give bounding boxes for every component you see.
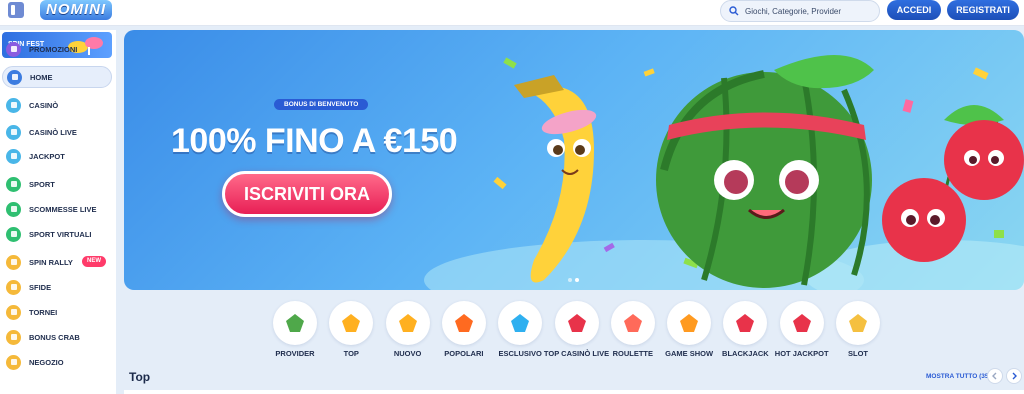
category-tile[interactable]: [329, 301, 374, 345]
sidebar: SPIN FEST PROMOZIONI HOME CASINÒ CASINÒ LIV…: [0, 30, 116, 394]
sidebar-item-label: CASINÒ: [29, 100, 59, 110]
virtual-sport-icon: [6, 226, 21, 242]
section-title-top: Top: [129, 370, 151, 384]
crown-icon: [342, 314, 361, 332]
casino-icon: [6, 97, 21, 113]
sidebar-toggle-icon[interactable]: [8, 2, 24, 18]
game-row-placeholder: [124, 390, 1024, 394]
show-all-link[interactable]: MOSTRA TUTTO (350): [926, 373, 994, 380]
sidebar-item-tornei[interactable]: TORNEI: [2, 301, 112, 323]
hot-pepper-icon: [792, 314, 811, 332]
live-bet-icon: [6, 201, 21, 217]
sidebar-item-label: NEGOZIO: [29, 357, 64, 367]
sidebar-item-label: SFIDE: [29, 282, 52, 292]
diamond-icon: [511, 314, 530, 332]
provider-icon: [286, 314, 304, 332]
challenges-icon: [6, 279, 21, 295]
flame-icon: [454, 314, 473, 332]
register-button[interactable]: REGISTRATI: [947, 0, 1019, 20]
sidebar-item-label: CASINÒ LIVE: [29, 127, 77, 137]
sidebar-item-jackpot[interactable]: JACKPOT: [2, 145, 112, 167]
tournaments-icon: [6, 304, 21, 320]
signup-cta-button[interactable]: ISCRIVITI ORA: [222, 171, 392, 217]
bonus-crab-icon: [6, 329, 21, 345]
carousel-dot-active[interactable]: [575, 278, 579, 282]
sidebar-item-label: SPIN RALLY: [29, 257, 73, 267]
roulette-chip-icon: [567, 314, 586, 332]
search-input[interactable]: [745, 6, 865, 16]
search-box[interactable]: [720, 0, 880, 22]
sidebar-item-label: SPORT: [29, 179, 55, 189]
sidebar-item-scommesse-live[interactable]: SCOMMESSE LIVE: [2, 198, 112, 220]
category-slot[interactable]: SLOT: [830, 301, 886, 367]
cards-icon: [736, 314, 755, 332]
game-show-icon: [680, 314, 699, 332]
category-tile[interactable]: [723, 301, 768, 345]
category-label: SLOT: [848, 349, 868, 358]
sport-icon: [6, 176, 21, 192]
slot-icon: [849, 314, 867, 332]
category-tile[interactable]: [441, 301, 486, 345]
category-tile[interactable]: [667, 301, 712, 345]
sidebar-item-label: HOME: [30, 72, 53, 82]
welcome-bonus-tag: BONUS DI BENVENUTO: [274, 99, 369, 110]
hero-title: 100% FINO A €150: [171, 122, 458, 160]
hero-banner[interactable]: BONUS DI BENVENUTO 100% FINO A €150 ISCR…: [124, 30, 1024, 290]
sidebar-item-label: PROMOZIONI: [29, 44, 78, 54]
carousel-dots: [568, 278, 579, 282]
sidebar-item-sfide[interactable]: SFIDE: [2, 276, 112, 298]
new-badge: NEW: [82, 256, 106, 267]
roulette-icon: [623, 314, 642, 332]
category-tile[interactable]: [554, 301, 599, 345]
chevron-right-icon: [1012, 372, 1017, 380]
carousel-dot[interactable]: [568, 278, 572, 282]
sidebar-item-label: BONUS CRAB: [29, 332, 80, 342]
category-tile[interactable]: [610, 301, 655, 345]
shop-icon: [6, 354, 21, 370]
category-tile[interactable]: [498, 301, 543, 345]
category-tile[interactable]: [836, 301, 880, 345]
sidebar-item-label: TORNEI: [29, 307, 58, 317]
sidebar-item-sport-virtuali[interactable]: SPORT VIRTUALI: [2, 223, 112, 245]
sidebar-item-label: JACKPOT: [29, 151, 65, 161]
carousel-prev-button[interactable]: [987, 368, 1003, 384]
gift-icon: [6, 41, 21, 57]
sidebar-item-casin-live[interactable]: CASINÒ LIVE: [2, 121, 112, 143]
category-tile[interactable]: [273, 301, 317, 345]
sidebar-item-home[interactable]: HOME: [2, 66, 112, 88]
carousel-next-button[interactable]: [1006, 368, 1022, 384]
sidebar-item-spin-rally[interactable]: SPIN RALLY NEW: [2, 251, 112, 273]
site-logo[interactable]: NOMINI: [40, 0, 113, 20]
chevron-left-icon: [992, 372, 997, 380]
sidebar-item-promozioni[interactable]: PROMOZIONI: [2, 38, 112, 60]
top-header: NOMINI ACCEDI REGISTRATI: [0, 0, 1024, 26]
spin-rally-icon: [6, 254, 21, 270]
home-icon: [7, 69, 22, 85]
login-button[interactable]: ACCEDI: [887, 0, 941, 20]
lightning-icon: [398, 314, 417, 332]
live-casino-icon: [6, 124, 21, 140]
sidebar-item-casin[interactable]: CASINÒ: [2, 94, 112, 116]
sidebar-item-negozio[interactable]: NEGOZIO: [2, 351, 112, 373]
sidebar-item-sport[interactable]: SPORT: [2, 173, 112, 195]
category-tile[interactable]: [779, 301, 824, 345]
category-tile[interactable]: [385, 301, 430, 345]
jackpot-icon: [6, 148, 21, 164]
sidebar-item-label: SCOMMESSE LIVE: [29, 204, 97, 214]
search-icon: [729, 6, 739, 16]
sidebar-item-label: SPORT VIRTUALI: [29, 229, 92, 239]
sidebar-item-bonus-crab[interactable]: BONUS CRAB: [2, 326, 112, 348]
